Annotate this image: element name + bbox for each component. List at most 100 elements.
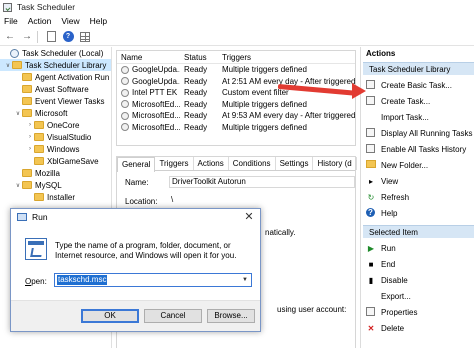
- action-end[interactable]: ■ End: [361, 256, 474, 272]
- action-label: Refresh: [381, 192, 410, 202]
- column-header-triggers[interactable]: Triggers: [218, 53, 355, 62]
- action-display-all-running-tasks[interactable]: Display All Running Tasks: [361, 125, 474, 141]
- security-options-fragment: using user account:: [277, 305, 347, 314]
- action-label: Run: [381, 243, 396, 253]
- tree-item[interactable]: › VisualStudio: [0, 131, 111, 143]
- actions-section-library[interactable]: Task Scheduler Library: [363, 62, 474, 75]
- tree-item[interactable]: Task Scheduler (Local): [0, 47, 111, 59]
- action-create-basic-task[interactable]: Create Basic Task...: [361, 77, 474, 93]
- clock-icon: [10, 48, 19, 58]
- chevron-right-icon[interactable]: ›: [26, 134, 34, 140]
- column-header-status[interactable]: Status: [180, 53, 218, 62]
- tree-item[interactable]: › OneCore: [0, 119, 111, 131]
- tab-actions[interactable]: Actions: [194, 157, 229, 170]
- column-header-name[interactable]: Name: [117, 53, 180, 62]
- task-name-cell: GoogleUpda...: [117, 77, 180, 86]
- tree-item[interactable]: ∨ Microsoft: [0, 107, 111, 119]
- menu-help[interactable]: Help: [85, 16, 112, 26]
- action-help[interactable]: ? Help: [361, 205, 474, 221]
- cancel-button[interactable]: Cancel: [144, 309, 202, 323]
- tree-item-label: Agent Activation Run: [35, 72, 110, 82]
- open-input[interactable]: taskschd.msc ▼: [54, 273, 252, 287]
- folder-icon: [12, 61, 22, 69]
- table-row[interactable]: GoogleUpda... Ready Multiple triggers defi…: [117, 64, 355, 76]
- action-enable-all-tasks-history[interactable]: Enable All Tasks History: [361, 141, 474, 157]
- tree-item-label: Installer: [47, 192, 76, 202]
- folder-icon: [34, 133, 44, 141]
- location-label: Location:: [125, 196, 158, 206]
- tree-item[interactable]: Agent Activation Run: [0, 71, 111, 83]
- folder-icon: [34, 193, 44, 201]
- menu-view[interactable]: View: [56, 16, 84, 26]
- run-dialog-title: Run: [32, 212, 48, 222]
- action-refresh[interactable]: ↻ Refresh: [361, 189, 474, 205]
- chevron-down-icon[interactable]: ▼: [239, 274, 251, 286]
- action-import-task[interactable]: Import Task...: [361, 109, 474, 125]
- tree-item[interactable]: Installer: [0, 191, 111, 203]
- folder-icon: [34, 145, 44, 153]
- help-button[interactable]: ?: [61, 30, 75, 44]
- actions-section-selected-item[interactable]: Selected Item: [363, 225, 474, 238]
- tree-item[interactable]: Event Viewer Tasks: [0, 95, 111, 107]
- action-label: Enable All Tasks History: [381, 144, 467, 154]
- tab-general[interactable]: General: [117, 157, 156, 172]
- action-label: Create Basic Task...: [381, 80, 452, 90]
- task-triggers: Multiple triggers defined: [222, 122, 307, 132]
- task-status: Ready: [184, 122, 208, 132]
- grid-icon: [80, 31, 90, 42]
- menu-action[interactable]: Action: [23, 16, 57, 26]
- tree-item-label: Windows: [47, 144, 80, 154]
- table-row[interactable]: MicrosoftEd... Ready Multiple triggers def…: [117, 122, 355, 134]
- import-icon: [366, 112, 376, 122]
- task-name: GoogleUpda...: [132, 65, 180, 75]
- chevron-down-icon[interactable]: ∨: [14, 182, 22, 189]
- tree-item-label: OneCore: [47, 120, 80, 130]
- folder-icon: [22, 109, 32, 117]
- show-hide-tree-button[interactable]: [44, 30, 58, 44]
- folder-icon: [22, 181, 32, 189]
- table-row[interactable]: MicrosoftEd... Ready At 9:53 AM every day …: [117, 110, 355, 122]
- action-disable[interactable]: ▮ Disable: [361, 272, 474, 288]
- show-action-pane-button[interactable]: [78, 30, 92, 44]
- close-icon[interactable]: ✕: [242, 210, 256, 223]
- tab-conditions[interactable]: Conditions: [229, 157, 276, 170]
- action-run[interactable]: ▶ Run: [361, 240, 474, 256]
- chevron-down-icon[interactable]: ∨: [4, 62, 12, 69]
- menu-file[interactable]: File: [0, 16, 23, 26]
- chevron-right-icon[interactable]: ›: [26, 122, 34, 128]
- forward-arrow-icon[interactable]: →: [20, 30, 34, 44]
- view-icon: ▸: [368, 176, 373, 186]
- action-delete[interactable]: ✕ Delete: [361, 320, 474, 336]
- tree-item[interactable]: ∨ Task Scheduler Library: [0, 59, 111, 71]
- tab-triggers[interactable]: Triggers: [155, 157, 194, 170]
- tree-item[interactable]: › Windows: [0, 143, 111, 155]
- task-icon: [121, 100, 129, 109]
- refresh-icon: ↻: [367, 192, 375, 202]
- tree-item[interactable]: Avast Software: [0, 83, 111, 95]
- action-create-task[interactable]: Create Task...: [361, 93, 474, 109]
- tab-settings[interactable]: Settings: [276, 157, 314, 170]
- tree-item-label: Microsoft: [35, 108, 68, 118]
- tree-item[interactable]: XblGameSave: [0, 155, 111, 167]
- tree-item[interactable]: ∨ MySQL: [0, 179, 111, 191]
- tree-item[interactable]: Mozilla: [0, 167, 111, 179]
- table-row[interactable]: GoogleUpda... Ready At 2:51 AM every day -…: [117, 76, 355, 88]
- action-view[interactable]: ▸ View: [361, 173, 474, 189]
- action-properties[interactable]: Properties: [361, 304, 474, 320]
- ok-button[interactable]: OK: [81, 309, 139, 323]
- chevron-down-icon[interactable]: ∨: [14, 110, 22, 117]
- action-new-folder[interactable]: New Folder...: [361, 157, 474, 173]
- name-field[interactable]: DriverToolkit Autorun: [169, 176, 355, 188]
- browse-button[interactable]: Browse...: [207, 309, 255, 323]
- back-arrow-icon[interactable]: ←: [3, 30, 17, 44]
- title-bar: Task Scheduler: [0, 0, 474, 14]
- open-input-value[interactable]: taskschd.msc: [57, 275, 108, 285]
- task-name-cell: Intel PTT EK ...: [117, 88, 180, 97]
- action-label: New Folder...: [381, 160, 429, 170]
- create-task-icon: [366, 96, 375, 105]
- tab-history[interactable]: History (d: [313, 157, 357, 170]
- name-field-row: Name: DriverToolkit Autorun: [117, 174, 355, 190]
- table-row[interactable]: MicrosoftEd... Ready Multiple triggers def…: [117, 99, 355, 111]
- action-export[interactable]: Export...: [361, 288, 474, 304]
- chevron-right-icon[interactable]: ›: [26, 146, 34, 152]
